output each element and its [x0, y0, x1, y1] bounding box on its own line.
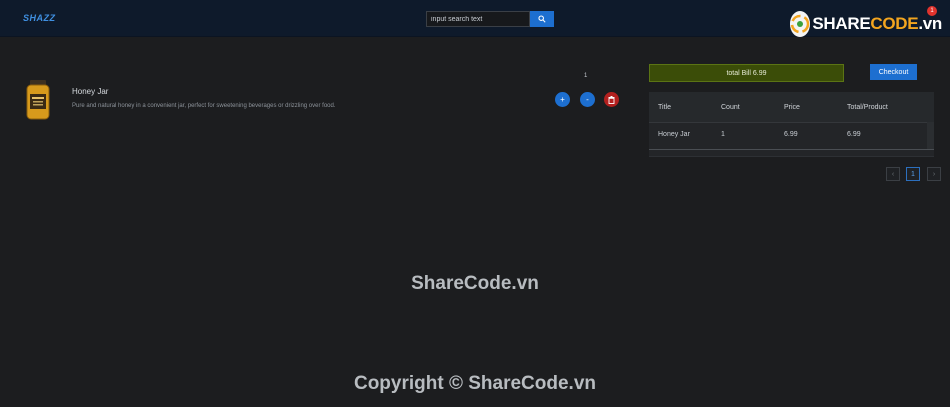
sharecode-logo-text: SHARECODE.vn	[812, 14, 942, 33]
honey-jar-image	[26, 80, 50, 120]
product-item: Honey Jar Pure and natural honey in a co…	[24, 76, 624, 126]
column-header-total: Total/Product	[847, 104, 888, 111]
search-icon	[538, 15, 546, 23]
pagination-page-1[interactable]: 1	[906, 167, 920, 181]
search-bar	[426, 11, 554, 27]
watermark-footer: Copyright © ShareCode.vn	[353, 373, 597, 394]
cell-total: 6.99	[847, 131, 861, 138]
trash-icon	[608, 95, 615, 104]
column-header-title: Title	[658, 104, 671, 111]
sharecode-logo-icon	[790, 11, 811, 37]
watermark-center: ShareCode.vn	[411, 273, 539, 294]
table-header: Title Count Price Total/Product	[649, 92, 934, 123]
cart-count-badge[interactable]: 1	[927, 6, 937, 16]
column-header-count: Count	[721, 104, 740, 111]
increase-quantity-button[interactable]: +	[555, 92, 570, 107]
pagination-prev-button[interactable]: ‹	[886, 167, 900, 181]
sharecode-logo: SHARECODE.vn	[790, 10, 942, 38]
delete-item-button[interactable]	[604, 92, 619, 107]
cell-count: 1	[721, 131, 725, 138]
product-title: Honey Jar	[72, 87, 109, 96]
checkout-button[interactable]: Checkout	[870, 64, 917, 80]
top-navbar: SHAZZ SHARECODE.vn 1	[0, 0, 950, 37]
pagination-next-button[interactable]: ›	[927, 167, 941, 181]
cell-title: Honey Jar	[658, 131, 690, 138]
search-input[interactable]	[426, 11, 530, 27]
row-divider	[649, 149, 934, 150]
total-bill: total Bill 6.99	[649, 64, 844, 82]
search-button[interactable]	[530, 11, 554, 27]
product-description: Pure and natural honey in a convenient j…	[72, 103, 336, 109]
cell-price: 6.99	[784, 131, 798, 138]
table-scrollbar[interactable]	[927, 122, 934, 149]
cart-table: Title Count Price Total/Product Honey Ja…	[649, 92, 934, 157]
product-quantity: 1	[584, 73, 588, 79]
column-header-price: Price	[784, 104, 800, 111]
decrease-quantity-button[interactable]: -	[580, 92, 595, 107]
brand-logo[interactable]: SHAZZ	[23, 13, 56, 23]
